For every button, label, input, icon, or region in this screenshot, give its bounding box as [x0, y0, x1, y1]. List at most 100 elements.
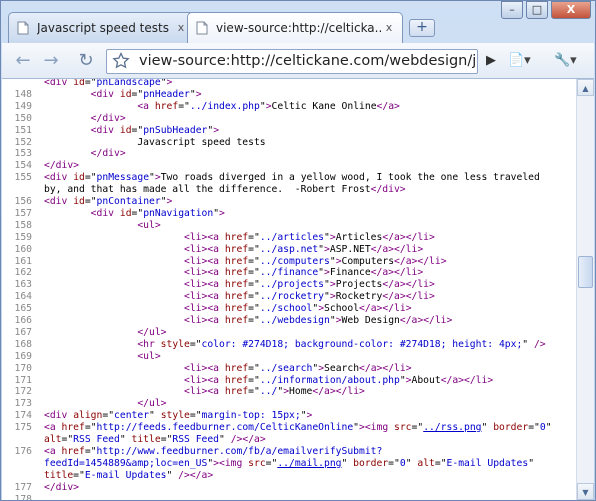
line-number: 154 — [14, 160, 33, 172]
window-controls: – □ X — [501, 1, 591, 19]
source-line: 169 <ul> — [2, 351, 576, 363]
source-line: 157 <div id="pnNavigation"> — [2, 208, 576, 220]
source-code: </div> — [90, 148, 126, 160]
source-code: alt="RSS Feed" title="RSS Feed" /></a> — [44, 434, 266, 445]
line-number: 173 — [14, 398, 33, 410]
source-line: 155 <div id="pnMessage">Two roads diverge… — [2, 172, 576, 184]
line-number: 177 — [14, 481, 33, 493]
source-line: 172 <li><a href="../">Home</a></li> — [2, 386, 576, 398]
source-code: <li><a href="../computers">Computers</a>… — [183, 255, 447, 267]
source-line: 150 </div> — [2, 113, 576, 125]
source-line: 152 Javascript speed tests — [2, 137, 576, 149]
vertical-scrollbar[interactable]: ▲ ▼ — [576, 79, 594, 500]
source-line: 153 </div> — [2, 148, 576, 160]
page-menu-icon[interactable]: 📄▾ — [508, 52, 531, 70]
line-number: 149 — [14, 100, 33, 112]
line-number: 169 — [14, 350, 33, 362]
source-line: 170 <li><a href="../search">Search</a></… — [2, 363, 576, 375]
line-number: 152 — [14, 136, 33, 148]
line-number: 171 — [14, 374, 33, 386]
tab-close-icon[interactable]: x — [174, 21, 188, 35]
maximize-button[interactable]: □ — [526, 1, 548, 19]
line-number — [2, 434, 32, 446]
tab-view-source[interactable]: view-source:http://celticka... x — [187, 12, 403, 43]
source-line: title="E-mail Updates" /></a> — [2, 470, 576, 482]
line-number: 168 — [14, 338, 33, 350]
source-line: feedId=1454889&amp;loc=en_US"><img src="… — [2, 458, 576, 470]
source-line: 178 — [2, 494, 576, 501]
source-line: 160 <li><a href="../asp.net">ASP.NET</a>… — [2, 244, 576, 256]
source-code: <div id="pnLandscape"> — [44, 79, 173, 88]
source-code: <li><a href="../finance">Finance</a></li… — [183, 267, 424, 279]
line-number: 166 — [14, 315, 33, 326]
source-line: 149 <a href="../index.php">Celtic Kane O… — [2, 101, 576, 113]
line-number — [2, 79, 32, 89]
line-number: 156 — [14, 196, 33, 207]
line-number: 170 — [14, 362, 33, 374]
source-line: 158 <ul> — [2, 220, 576, 232]
new-tab-button[interactable]: + — [409, 19, 435, 37]
source-line: 159 <li><a href="../articles">Articles</… — [2, 232, 576, 244]
browser-toolbar: ← → ↻ view-source:http://celtickane.com/… — [2, 43, 594, 79]
tab-javascript-speed-tests[interactable]: Javascript speed tests .: C... x — [8, 12, 195, 43]
line-number: 160 — [14, 243, 33, 255]
source-code: <div id="pnHeader"> — [90, 88, 202, 100]
tab-title: Javascript speed tests .: C... — [37, 21, 174, 35]
source-line: 156 <div id="pnContainer"> — [2, 196, 576, 208]
source-code: <ul> — [137, 350, 161, 362]
back-icon[interactable]: ← — [11, 49, 35, 73]
line-number: 165 — [14, 303, 33, 315]
source-code: <li><a href="../rocketry">Rocketry</a></… — [183, 291, 435, 303]
scrollbar-thumb[interactable] — [578, 255, 593, 288]
source-code: Javascript speed tests — [44, 136, 266, 148]
source-line: 154 </div> — [2, 160, 576, 172]
source-code: </ul> — [137, 326, 167, 338]
line-number — [2, 458, 32, 470]
source-code: <li><a href="../webdesign">Web Design</a… — [183, 315, 453, 326]
source-line: 166 <li><a href="../webdesign">Web Desig… — [2, 315, 576, 327]
source-line: alt="RSS Feed" title="RSS Feed" /></a> — [2, 434, 576, 446]
tab-close-icon[interactable]: x — [382, 21, 396, 35]
source-line: 175 <a href="http://feeds.feedburner.com/… — [2, 422, 576, 434]
line-number: 161 — [14, 255, 33, 267]
source-code: <li><a href="../search">Search</a></li> — [183, 362, 412, 374]
scroll-up-icon[interactable]: ▲ — [577, 79, 594, 96]
line-number: 163 — [14, 279, 33, 291]
source-code: <a href="../index.php">Celtic Kane Onlin… — [137, 100, 400, 112]
bookmark-star-icon[interactable] — [112, 52, 130, 70]
line-number: 148 — [14, 88, 33, 100]
source-line: <div id="pnLandscape"> — [2, 79, 576, 89]
source-code: feedId=1454889&amp;loc=en_US"><img src="… — [44, 457, 535, 469]
line-number: 159 — [14, 231, 33, 243]
source-code: <hr style="color: #274D18; background-co… — [137, 338, 546, 350]
wrench-menu-icon[interactable]: 🔧▾ — [554, 52, 577, 70]
source-code: </div> — [44, 481, 79, 493]
source-code: <div id="pnNavigation"> — [90, 207, 225, 219]
source-line: 171 <li><a href="../information/about.ph… — [2, 375, 576, 387]
source-code: <a href="http://feeds.feedburner.com/Cel… — [44, 422, 552, 434]
tab-strip: Javascript speed tests .: C... x view-so… — [1, 1, 595, 43]
address-bar[interactable]: view-source:http://celtickane.com/webdes… — [106, 49, 478, 74]
source-code: <div align="center" style="margin-top: 1… — [44, 410, 313, 422]
line-number: 153 — [14, 148, 33, 160]
close-window-button[interactable]: X — [551, 1, 591, 19]
source-code: <div id="pnContainer"> — [44, 196, 173, 207]
source-code: </div> — [90, 112, 126, 124]
source-code: <a href="http://www.feedburner.com/fb/a/… — [44, 445, 383, 457]
minimize-button[interactable]: – — [501, 1, 523, 19]
source-code: <li><a href="../asp.net">ASP.NET</a></li… — [183, 243, 424, 255]
go-icon[interactable]: ▶ — [486, 52, 496, 70]
page-icon — [15, 20, 31, 36]
source-view: <div id="pnLandscape"> 148 <div id="pnHea… — [2, 79, 576, 500]
scroll-down-icon[interactable]: ▼ — [577, 483, 594, 500]
source-line: 164 <li><a href="../rocketry">Rocketry</… — [2, 291, 576, 303]
reload-icon[interactable]: ↻ — [74, 49, 98, 73]
source-code: <li><a href="../">Home</a></li> — [183, 386, 365, 398]
source-line: 173 </ul> — [2, 398, 576, 410]
line-number: 172 — [14, 386, 33, 398]
source-code: <li><a href="../projects">Projects</a></… — [183, 279, 435, 291]
forward-icon[interactable]: → — [39, 49, 63, 73]
line-number: 155 — [14, 172, 33, 184]
source-line: 163 <li><a href="../projects">Projects</… — [2, 279, 576, 291]
tab-title: view-source:http://celticka... — [216, 21, 382, 35]
